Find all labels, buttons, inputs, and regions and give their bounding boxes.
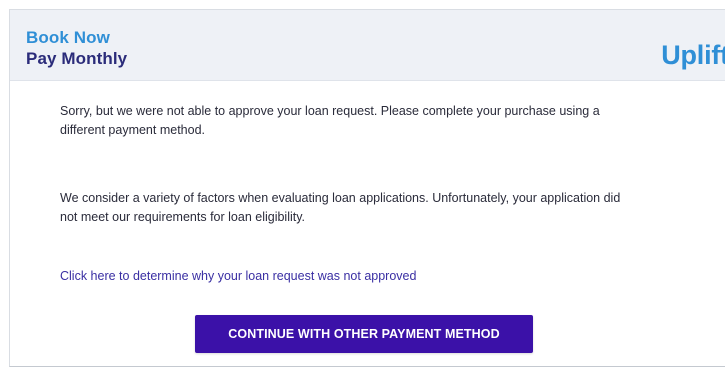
decline-message: Sorry, but we were not able to approve y… bbox=[60, 104, 600, 137]
brand-tagline-book-now: Book Now bbox=[26, 28, 110, 47]
loan-decline-panel: Book Now Pay Monthly Uplift Sorry, but w… bbox=[9, 9, 725, 367]
uplift-logo: Uplift bbox=[661, 40, 725, 70]
decline-reason-link[interactable]: Click here to determine why your loan re… bbox=[60, 267, 416, 286]
continue-other-payment-button[interactable]: CONTINUE WITH OTHER PAYMENT METHOD bbox=[195, 315, 533, 353]
brand-tagline-pay-monthly: Pay Monthly bbox=[26, 49, 128, 68]
eligibility-message: We consider a variety of factors when ev… bbox=[60, 191, 621, 224]
panel-header: Book Now Pay Monthly Uplift bbox=[10, 10, 725, 81]
